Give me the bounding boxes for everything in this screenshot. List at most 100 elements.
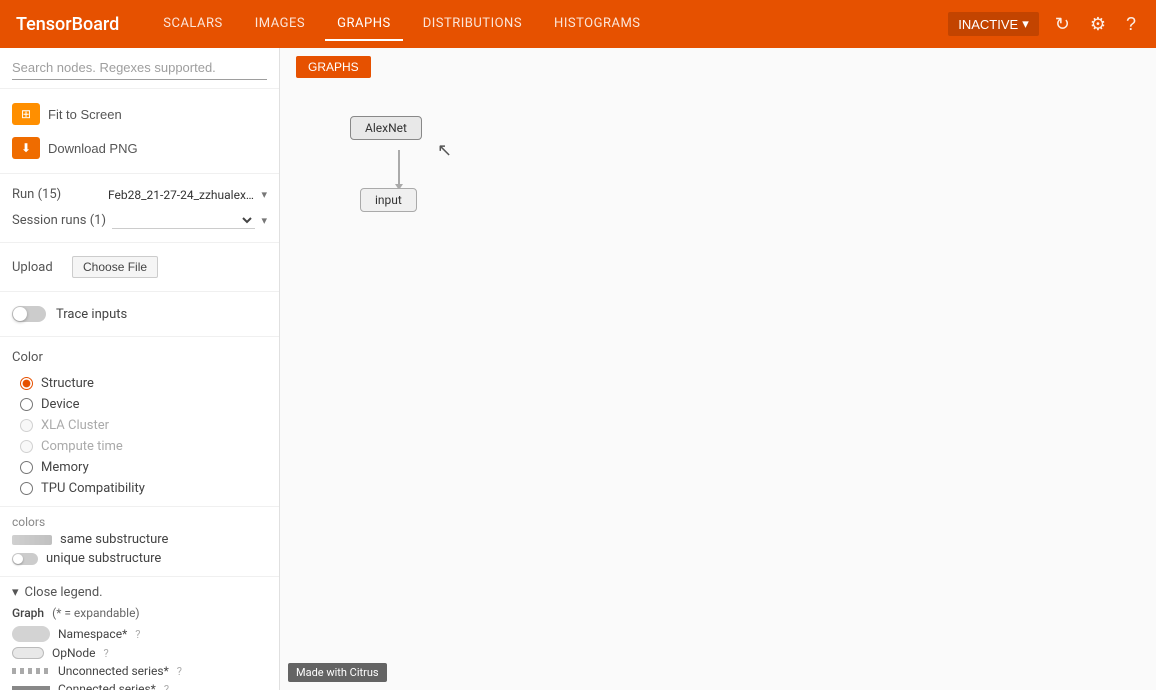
watermark-text: Made with Citrus [296, 666, 379, 679]
trace-inputs-toggle[interactable] [12, 306, 46, 322]
refresh-button[interactable]: ↻ [1051, 10, 1074, 39]
trace-inputs-label: Trace inputs [56, 307, 127, 322]
download-png-button[interactable]: ⬇ Download PNG [12, 131, 267, 165]
legend-title-row: Graph (* = expandable) [12, 606, 267, 620]
watermark: Made with Citrus [288, 663, 387, 682]
color-memory-label: Memory [41, 460, 89, 475]
color-section: Color Structure Device XLA Cluster Compu… [0, 337, 279, 507]
download-png-label: Download PNG [48, 141, 138, 156]
legend-close-label: Close legend. [25, 585, 103, 600]
color-tpu-label: TPU Compatibility [41, 481, 145, 496]
topnav-links: SCALARS IMAGES GRAPHS DISTRIBUTIONS HIST… [151, 8, 948, 41]
search-input[interactable] [12, 56, 267, 80]
opnode-icon [12, 647, 44, 659]
settings-button[interactable]: ⚙ [1086, 10, 1110, 39]
namespace-icon [12, 626, 50, 642]
graph-edge [398, 150, 400, 186]
color-option-compute: Compute time [20, 437, 267, 456]
session-runs-label: Session runs (1) [12, 213, 106, 228]
connected-icon [12, 686, 50, 690]
nav-histograms[interactable]: HISTOGRAMS [542, 8, 652, 41]
opnode-help-icon[interactable]: ? [104, 647, 109, 660]
legend-rows: Namespace* ? OpNode ? Unconnected series… [12, 626, 267, 690]
same-substructure-swatch [12, 535, 52, 545]
help-icon: ? [1126, 14, 1136, 35]
legend-item-unconnected: Unconnected series* ? [12, 664, 267, 678]
color-option-tpu[interactable]: TPU Compatibility [20, 479, 267, 498]
legend-close-button[interactable]: ▾ Close legend. [12, 585, 267, 600]
namespace-help-icon[interactable]: ? [135, 628, 140, 641]
color-compute-label: Compute time [41, 439, 123, 454]
legend-graph-label: Graph [12, 606, 44, 620]
unconnected-help-icon[interactable]: ? [177, 665, 182, 678]
legend-section: ▾ Close legend. Graph (* = expandable) N… [0, 577, 279, 690]
color-option-structure[interactable]: Structure [20, 374, 267, 393]
upload-row: Upload Choose File [12, 251, 267, 283]
graph-tab-button[interactable]: GRAPHS [296, 56, 371, 78]
search-section [0, 48, 279, 89]
color-structure-label: Structure [41, 376, 94, 391]
nav-distributions[interactable]: DISTRIBUTIONS [411, 8, 534, 41]
connected-label: Connected series* [58, 682, 156, 690]
color-option-memory[interactable]: Memory [20, 458, 267, 477]
run-value: Feb28_21-27-24_zzhualexnet [108, 188, 255, 202]
session-runs-arrow: ▾ [261, 214, 267, 227]
alexnet-node[interactable]: AlexNet [350, 116, 422, 140]
refresh-icon: ↻ [1055, 14, 1070, 35]
legend-item-opnode: OpNode ? [12, 646, 267, 660]
legend-expandable-note: (* = expandable) [52, 606, 140, 620]
run-section: Run (15) Feb28_21-27-24_zzhualexnet ▾ Se… [0, 174, 279, 243]
choose-file-button[interactable]: Choose File [72, 256, 158, 278]
download-icon: ⬇ [12, 137, 40, 159]
chevron-down-icon: ▾ [1022, 16, 1029, 32]
gear-icon: ⚙ [1090, 14, 1106, 35]
cursor-indicator: ↖ [437, 140, 452, 161]
toggle-mini-knob [13, 554, 23, 564]
same-substructure-label: same substructure [60, 532, 168, 547]
run-row: Run (15) Feb28_21-27-24_zzhualexnet ▾ [12, 182, 267, 207]
fit-screen-button[interactable]: ⊞ Fit to Screen [12, 97, 267, 131]
connected-help-icon[interactable]: ? [164, 683, 169, 690]
namespace-label: Namespace* [58, 627, 127, 641]
trace-inputs-row: Trace inputs [12, 300, 267, 328]
status-label: INACTIVE [958, 17, 1018, 32]
color-xla-label: XLA Cluster [41, 418, 109, 433]
run-label: Run (15) [12, 187, 102, 202]
fit-screen-icon: ⊞ [12, 103, 40, 125]
color-device-label: Device [41, 397, 80, 412]
unique-substructure-label: unique substructure [46, 551, 161, 566]
nav-scalars[interactable]: SCALARS [151, 8, 235, 41]
session-runs-row: Session runs (1) ▾ [12, 207, 267, 234]
input-node[interactable]: input [360, 188, 417, 212]
unique-substructure-toggle[interactable] [12, 553, 38, 565]
main-layout: ⊞ Fit to Screen ⬇ Download PNG Run (15) … [0, 48, 1156, 690]
legend-item-connected: Connected series* ? [12, 682, 267, 690]
chevron-up-icon: ▾ [12, 585, 19, 600]
opnode-label: OpNode [52, 646, 96, 660]
color-option-xla: XLA Cluster [20, 416, 267, 435]
nav-images[interactable]: IMAGES [243, 8, 317, 41]
nav-graphs[interactable]: GRAPHS [325, 8, 403, 41]
session-runs-select[interactable] [112, 212, 255, 229]
unconnected-icon [12, 668, 50, 674]
unique-substructure-row: unique substructure [12, 549, 267, 568]
sidebar: ⊞ Fit to Screen ⬇ Download PNG Run (15) … [0, 48, 280, 690]
run-select-arrow: ▾ [261, 188, 267, 201]
help-button[interactable]: ? [1122, 10, 1140, 39]
colors-mini-label: colors [12, 515, 45, 529]
legend-item-namespace: Namespace* ? [12, 626, 267, 642]
app-brand: TensorBoard [16, 14, 119, 35]
topnav: TensorBoard SCALARS IMAGES GRAPHS DISTRI… [0, 0, 1156, 48]
colors-mini-section: colors same substructure unique substruc… [0, 507, 279, 577]
color-header: Color [12, 345, 267, 374]
toggle-knob [13, 307, 27, 321]
color-radio-group: Structure Device XLA Cluster Compute tim… [12, 374, 267, 498]
trace-inputs-section: Trace inputs [0, 292, 279, 337]
color-option-device[interactable]: Device [20, 395, 267, 414]
status-dropdown[interactable]: INACTIVE ▾ [948, 12, 1039, 36]
upload-label: Upload [12, 260, 62, 275]
actions-section: ⊞ Fit to Screen ⬇ Download PNG [0, 89, 279, 174]
unconnected-label: Unconnected series* [58, 664, 169, 678]
topnav-right: INACTIVE ▾ ↻ ⚙ ? [948, 10, 1140, 39]
same-substructure-row: same substructure [12, 530, 267, 549]
